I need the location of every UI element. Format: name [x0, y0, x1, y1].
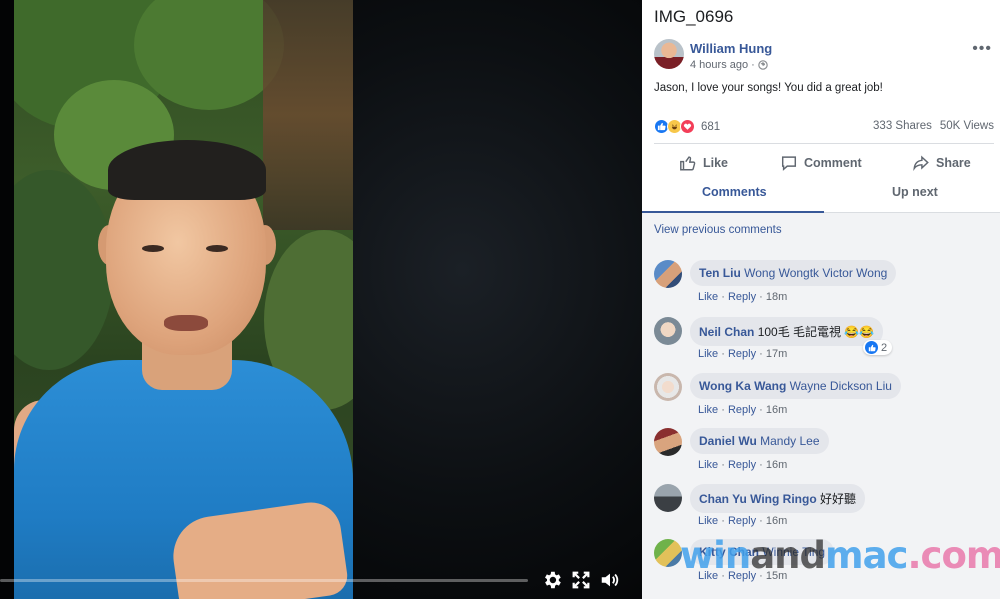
- comment-bubble: Neil Chan 100毛 毛記電視 😂😂: [690, 317, 884, 346]
- comment-text[interactable]: Mandy Lee: [760, 434, 819, 448]
- person-eye: [142, 245, 164, 252]
- post-time[interactable]: 4 hours ago: [690, 59, 748, 71]
- post-title: IMG_0696: [654, 7, 734, 26]
- comment-bubble: Chan Yu Wing Ringo 好好聽: [690, 484, 866, 513]
- author-name[interactable]: William Hung: [690, 41, 772, 56]
- comment-reply-link[interactable]: Reply: [728, 404, 756, 416]
- tree-trunk: [263, 0, 353, 230]
- comment-like-count: 2: [881, 341, 888, 354]
- commenter-avatar[interactable]: [654, 260, 682, 288]
- share-button[interactable]: Share: [912, 152, 971, 174]
- settings-icon[interactable]: [541, 569, 563, 591]
- view-previous-comments-link[interactable]: View previous comments: [654, 224, 782, 236]
- commenter-avatar[interactable]: [654, 428, 682, 456]
- comment-time[interactable]: 18m: [766, 291, 787, 303]
- comment-like-link[interactable]: Like: [698, 459, 718, 471]
- foliage: [14, 170, 114, 370]
- reactions-summary[interactable]: 681: [654, 119, 720, 134]
- share-icon: [913, 155, 929, 172]
- watermark-logo: winandmac.com: [680, 534, 1000, 577]
- post-text: Jason, I love your songs! You did a grea…: [654, 82, 883, 94]
- views-count: 50K Views: [939, 120, 994, 132]
- comment-like-link[interactable]: Like: [698, 291, 718, 303]
- commenter-avatar[interactable]: [654, 539, 682, 567]
- post-sidebar: IMG_0696 William Hung 4 hours ago · ••• …: [642, 0, 1000, 599]
- comment-actions: Like · Reply · 16m: [698, 459, 788, 471]
- person-mouth: [164, 315, 208, 331]
- person-eye: [206, 245, 228, 252]
- commenter-name[interactable]: Neil Chan: [699, 325, 754, 339]
- comment-time[interactable]: 16m: [766, 404, 787, 416]
- comment-reply-link[interactable]: Reply: [728, 291, 756, 303]
- comment-actions: Like · Reply · 16m: [698, 404, 788, 416]
- commenter-avatar[interactable]: [654, 317, 682, 345]
- comment-time[interactable]: 17m: [766, 348, 787, 360]
- post-meta: 4 hours ago ·: [690, 59, 768, 71]
- comment-text: 好好聽: [820, 492, 857, 506]
- comment-like-link[interactable]: Like: [698, 348, 718, 360]
- commenter-avatar[interactable]: [654, 484, 682, 512]
- comment-actions: Like · Reply · 18m: [698, 291, 788, 303]
- author-avatar[interactable]: [654, 39, 684, 69]
- comment-reply-link[interactable]: Reply: [728, 515, 756, 527]
- comment-actions: Like · Reply · 17m: [698, 348, 788, 360]
- globe-icon: [758, 60, 768, 70]
- volume-icon[interactable]: [599, 569, 621, 591]
- comment-reply-link[interactable]: Reply: [728, 348, 756, 360]
- shares-views: 333 Shares 50K Views: [873, 120, 994, 132]
- thumbs-up-icon: [680, 156, 696, 171]
- comment-time[interactable]: 16m: [766, 459, 787, 471]
- comment-reply-link[interactable]: Reply: [728, 459, 756, 471]
- video-controls: [0, 563, 642, 599]
- like-label: Like: [703, 156, 729, 170]
- comment-bubble: Daniel Wu Mandy Lee: [690, 428, 829, 454]
- commenter-name[interactable]: Ten Liu: [699, 266, 741, 280]
- meta-separator: ·: [751, 59, 755, 71]
- video-progress-bar[interactable]: [0, 579, 528, 582]
- person-hair: [108, 140, 266, 200]
- fullscreen-icon[interactable]: [570, 569, 592, 591]
- comment-bubble: Wong Ka Wang Wayne Dickson Liu: [690, 373, 901, 399]
- tab-comments[interactable]: Comments: [702, 185, 767, 199]
- share-label: Share: [936, 156, 971, 170]
- tab-up-next[interactable]: Up next: [892, 185, 938, 199]
- shares-count[interactable]: 333 Shares: [873, 120, 932, 132]
- comment-icon: [781, 156, 797, 171]
- comment-bubble: Ten Liu Wong Wongtk Victor Wong: [690, 260, 897, 286]
- more-options-icon[interactable]: •••: [972, 40, 992, 58]
- comment-time[interactable]: 16m: [766, 515, 787, 527]
- comment-button[interactable]: Comment: [780, 152, 862, 174]
- comment-label: Comment: [804, 156, 862, 170]
- video-frame: [14, 0, 353, 599]
- comment-text: 100毛 毛記電視 😂😂: [757, 325, 875, 339]
- divider: [654, 143, 994, 144]
- like-button[interactable]: Like: [679, 152, 728, 174]
- like-reaction-icon: [865, 341, 878, 354]
- love-reaction-icon: [680, 119, 695, 134]
- commenter-name[interactable]: Chan Yu Wing Ringo: [699, 492, 817, 506]
- commenter-name[interactable]: Daniel Wu: [699, 434, 757, 448]
- comment-like-link[interactable]: Like: [698, 515, 718, 527]
- comment-text[interactable]: Wayne Dickson Liu: [790, 379, 892, 393]
- comment-like-badge[interactable]: 2: [863, 340, 893, 355]
- comment-like-link[interactable]: Like: [698, 404, 718, 416]
- comment-text[interactable]: Wong Wongtk Victor Wong: [744, 266, 887, 280]
- commenter-avatar[interactable]: [654, 373, 682, 401]
- reaction-count: 681: [701, 120, 721, 133]
- comment-actions: Like · Reply · 16m: [698, 515, 788, 527]
- video-player[interactable]: [0, 0, 642, 599]
- commenter-name[interactable]: Wong Ka Wang: [699, 379, 786, 393]
